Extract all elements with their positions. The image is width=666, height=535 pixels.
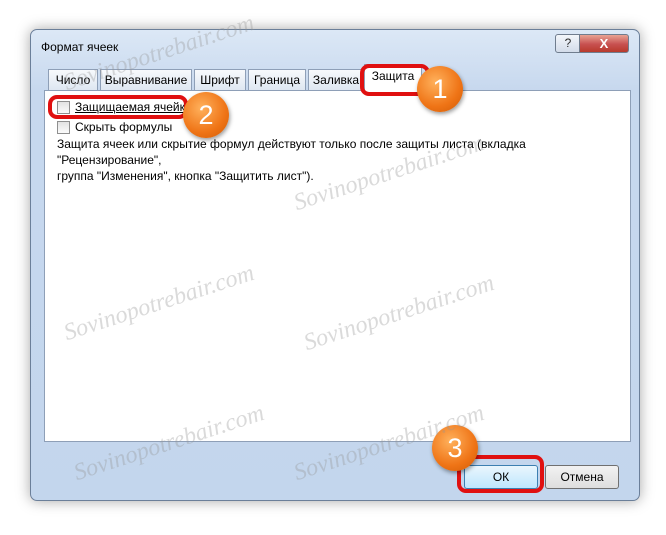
hidden-checkbox-label: Скрыть формулы — [75, 120, 173, 134]
step-badge-1: 1 — [417, 66, 463, 112]
tab-font[interactable]: Шрифт — [194, 69, 246, 91]
description-line-2: группа "Изменения", кнопка "Защитить лис… — [57, 169, 314, 183]
step-badge-3: 3 — [432, 425, 478, 471]
help-button[interactable]: ? — [555, 34, 581, 53]
dialog-title: Формат ячеек — [41, 40, 119, 54]
hidden-checkbox[interactable]: Скрыть формулы — [57, 120, 172, 134]
protection-description: Защита ячеек или скрытие формул действую… — [57, 136, 617, 184]
hidden-checkbox-box[interactable] — [57, 120, 70, 134]
tab-number[interactable]: Число — [48, 69, 98, 91]
tab-border[interactable]: Граница — [248, 69, 306, 91]
tab-alignment[interactable]: Выравнивание — [100, 69, 192, 91]
cancel-button[interactable]: Отмена — [545, 465, 619, 489]
step-badge-2: 2 — [183, 92, 229, 138]
highlight-locked-checkbox — [48, 95, 188, 119]
tab-fill[interactable]: Заливка — [308, 69, 364, 91]
close-button[interactable]: X — [579, 34, 629, 53]
description-line-1: Защита ячеек или скрытие формул действую… — [57, 137, 526, 167]
protection-panel: Защищаемая ячейка Скрыть формулы Защита … — [44, 90, 631, 442]
